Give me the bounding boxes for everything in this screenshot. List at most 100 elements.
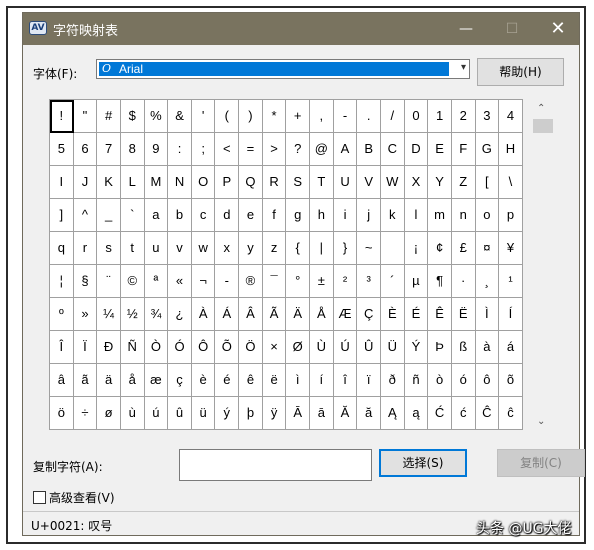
- character-cell[interactable]: Ă: [333, 397, 358, 430]
- character-cell[interactable]: Ù: [310, 331, 334, 364]
- character-cell[interactable]: û: [168, 397, 192, 430]
- character-cell[interactable]: j: [357, 199, 381, 232]
- character-cell[interactable]: e: [239, 199, 263, 232]
- character-cell[interactable]: ì: [286, 364, 311, 397]
- character-cell[interactable]: b: [168, 199, 192, 232]
- character-cell[interactable]: w: [191, 232, 216, 265]
- character-cell[interactable]: n: [451, 199, 476, 232]
- character-cell[interactable]: ': [191, 100, 216, 133]
- character-cell[interactable]: É: [404, 298, 429, 331]
- character-cell[interactable]: å: [120, 364, 145, 397]
- character-cell[interactable]: ÷: [73, 397, 98, 430]
- character-cell[interactable]: Ñ: [120, 331, 145, 364]
- character-cell[interactable]: U: [333, 166, 358, 199]
- character-cell[interactable]: r: [73, 232, 98, 265]
- character-cell[interactable]: ë: [262, 364, 287, 397]
- character-cell[interactable]: &: [168, 100, 192, 133]
- character-cell[interactable]: a: [144, 199, 169, 232]
- character-cell[interactable]: H: [499, 133, 523, 166]
- character-cell[interactable]: o: [475, 199, 500, 232]
- character-cell[interactable]: ^: [73, 199, 98, 232]
- character-cell[interactable]: ©: [120, 265, 145, 298]
- maximize-button[interactable]: ☐: [489, 13, 535, 45]
- character-cell[interactable]: â: [50, 364, 74, 397]
- character-cell[interactable]: õ: [499, 364, 523, 397]
- character-cell[interactable]: J: [73, 166, 98, 199]
- character-cell[interactable]: Z: [451, 166, 476, 199]
- character-cell[interactable]: 6: [73, 133, 98, 166]
- character-cell[interactable]: ¬: [191, 265, 216, 298]
- character-cell[interactable]: m: [428, 199, 452, 232]
- character-cell[interactable]: K: [97, 166, 121, 199]
- character-cell[interactable]: à: [475, 331, 500, 364]
- character-cell[interactable]: Ç: [357, 298, 381, 331]
- character-cell[interactable]: A: [333, 133, 358, 166]
- character-cell[interactable]: W: [380, 166, 405, 199]
- character-cell[interactable]: ´: [380, 265, 405, 298]
- character-cell[interactable]: Y: [428, 166, 452, 199]
- character-cell[interactable]: :: [168, 133, 192, 166]
- chevron-down-icon[interactable]: ▾: [461, 62, 466, 73]
- character-cell[interactable]: Õ: [215, 331, 240, 364]
- character-cell[interactable]: £: [451, 232, 476, 265]
- character-cell[interactable]: ö: [50, 397, 74, 430]
- character-cell[interactable]: h: [310, 199, 334, 232]
- character-cell[interactable]: ×: [262, 331, 287, 364]
- character-cell[interactable]: Ą: [380, 397, 405, 430]
- character-cell[interactable]: x: [215, 232, 240, 265]
- character-cell[interactable]: ó: [451, 364, 476, 397]
- character-cell[interactable]: Ĉ: [475, 397, 500, 430]
- character-cell[interactable]: ô: [475, 364, 500, 397]
- character-cell[interactable]: è: [191, 364, 216, 397]
- character-cell[interactable]: s: [97, 232, 121, 265]
- character-cell[interactable]: p: [499, 199, 523, 232]
- character-cell[interactable]: Ó: [168, 331, 192, 364]
- character-cell[interactable]: Ð: [97, 331, 121, 364]
- character-cell[interactable]: ý: [215, 397, 240, 430]
- character-cell[interactable]: z: [262, 232, 287, 265]
- character-cell[interactable]: Ò: [144, 331, 169, 364]
- character-cell[interactable]: æ: [144, 364, 169, 397]
- character-grid[interactable]: ! " # $% & '() * +, -./0 1 2 3 4 5 6 7 8 9:; < = >? @ A B C D E F G H…: [49, 99, 523, 430]
- character-cell[interactable]: v: [168, 232, 192, 265]
- character-cell[interactable]: f: [262, 199, 287, 232]
- character-cell[interactable]: L: [120, 166, 145, 199]
- character-cell[interactable]: \: [499, 166, 523, 199]
- character-cell[interactable]: 2: [451, 100, 476, 133]
- character-cell[interactable]: ¾: [144, 298, 169, 331]
- character-cell[interactable]: Ë: [451, 298, 476, 331]
- character-cell[interactable]: T: [310, 166, 334, 199]
- character-cell[interactable]: ¡: [404, 232, 429, 265]
- help-button[interactable]: 帮助(H): [477, 58, 564, 86]
- character-cell[interactable]: á: [499, 331, 523, 364]
- character-cell[interactable]: Ä: [286, 298, 311, 331]
- character-cell[interactable]: ¿: [168, 298, 192, 331]
- title-bar[interactable]: AV 字符映射表 — ☐ ✕: [23, 13, 579, 45]
- character-cell[interactable]: ā: [310, 397, 334, 430]
- character-cell[interactable]: §: [73, 265, 98, 298]
- character-cell[interactable]: Ā: [286, 397, 311, 430]
- character-cell[interactable]: ú: [144, 397, 169, 430]
- character-cell[interactable]: ¯: [262, 265, 287, 298]
- character-cell[interactable]: «: [168, 265, 192, 298]
- character-cell[interactable]: ³: [357, 265, 381, 298]
- character-cell[interactable]: Ö: [239, 331, 263, 364]
- character-cell[interactable]: 7: [97, 133, 121, 166]
- character-cell[interactable]: Ć: [428, 397, 452, 430]
- character-cell[interactable]: Q: [239, 166, 263, 199]
- select-button[interactable]: 选择(S): [379, 449, 467, 477]
- close-button[interactable]: ✕: [535, 13, 581, 45]
- character-cell[interactable]: F: [451, 133, 476, 166]
- character-cell[interactable]: Ì: [475, 298, 500, 331]
- character-cell[interactable]: Ã: [262, 298, 287, 331]
- character-cell[interactable]: ÿ: [262, 397, 287, 430]
- character-cell[interactable]: 9: [144, 133, 169, 166]
- character-cell[interactable]: Ê: [428, 298, 452, 331]
- character-cell[interactable]: Ú: [333, 331, 358, 364]
- character-cell[interactable]: _: [97, 199, 121, 232]
- character-cell[interactable]: %: [144, 100, 169, 133]
- character-cell[interactable]: 0: [404, 100, 429, 133]
- character-cell[interactable]: ą: [404, 397, 429, 430]
- character-cell[interactable]: ä: [97, 364, 121, 397]
- character-cell[interactable]: é: [215, 364, 240, 397]
